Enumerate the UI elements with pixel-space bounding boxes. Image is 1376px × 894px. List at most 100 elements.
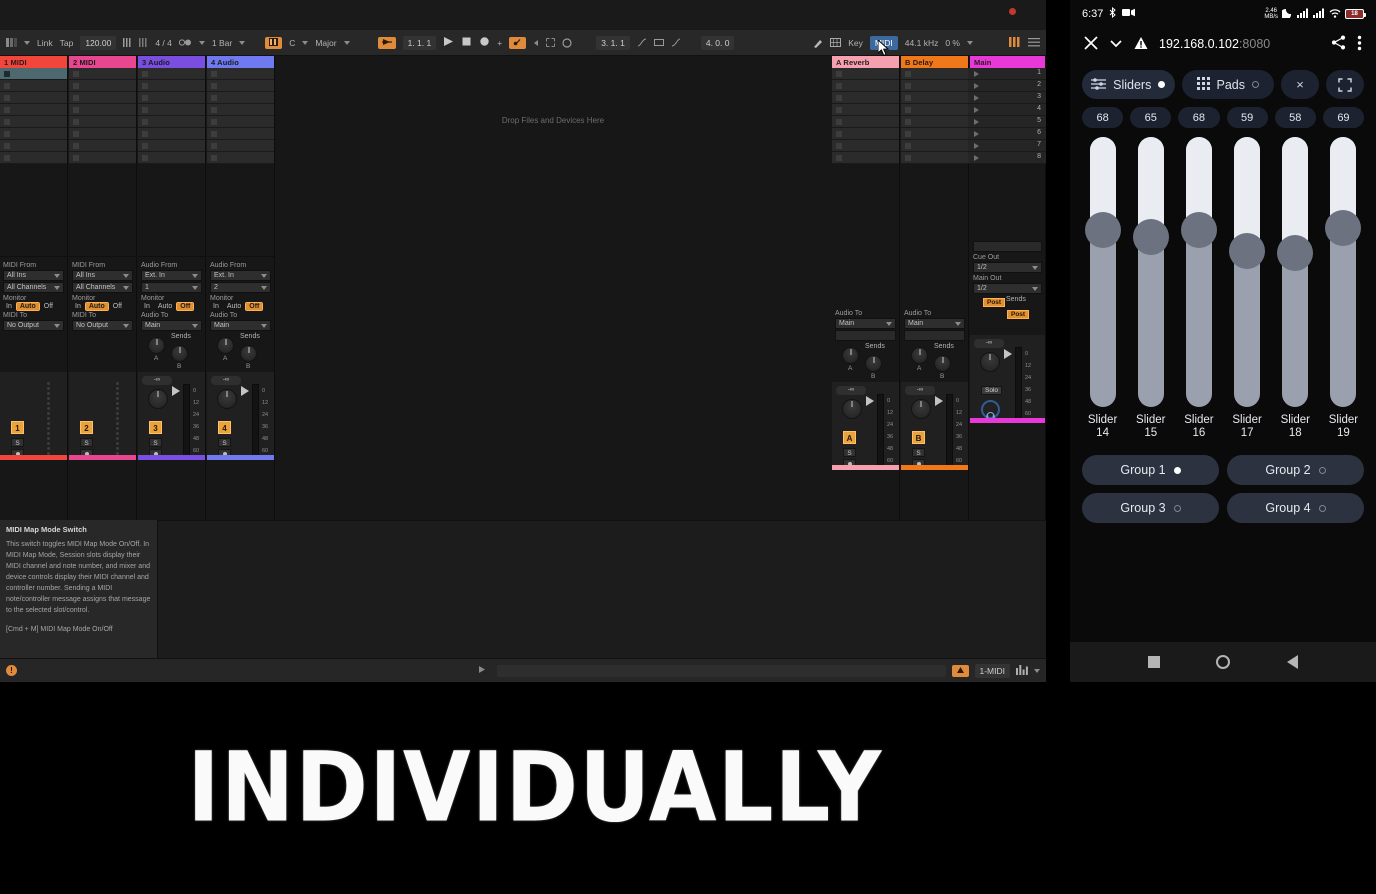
output-destination-selector[interactable]: Main [904,318,965,329]
clip-slot[interactable] [138,116,205,128]
send-b-knob[interactable] [240,345,257,362]
track-midi-map-number[interactable]: 3 [149,421,162,434]
slider-0[interactable] [1084,137,1121,407]
clip-slot[interactable] [207,128,274,140]
overflow-menu-icon[interactable] [1357,35,1362,54]
clip-slot[interactable] [207,80,274,92]
send-a-knob[interactable] [148,337,165,354]
solo-button[interactable]: S [149,438,162,447]
send-b-knob[interactable] [171,345,188,362]
link-button[interactable]: Link [37,38,53,48]
clip-slot[interactable] [207,116,274,128]
url-text[interactable]: 192.168.0.102:8080 [1159,37,1270,51]
key-scale-toggle[interactable] [265,36,283,49]
clip-slot[interactable] [901,128,968,140]
return-track-name-header[interactable]: A Reverb [832,56,899,68]
track-name-header[interactable]: 4 Audio [207,56,274,68]
track-midi-map-number[interactable]: 2 [80,421,93,434]
punch-in-icon[interactable] [637,38,647,47]
arrangement-position[interactable]: 1. 1. 1 [402,35,437,50]
scene-row[interactable]: 3 [968,92,1046,104]
chevron-down-icon[interactable] [261,323,267,328]
chevron-down-icon[interactable] [54,323,60,328]
track-midi-map-number[interactable]: A [843,431,856,444]
slider-knob[interactable] [1084,211,1121,248]
scale-chevron-icon[interactable] [343,40,350,45]
send-b-knob[interactable] [865,355,882,372]
scene-row[interactable]: 4 [968,104,1046,116]
volume-display[interactable]: -∞ [211,376,241,385]
chevron-down-icon[interactable] [54,273,60,278]
status-chevron-icon[interactable] [1034,668,1040,673]
volume-fader-knob[interactable] [911,399,931,419]
clip-slot[interactable] [207,140,274,152]
clip-slot[interactable] [69,68,136,80]
volume-fader-knob[interactable] [217,389,237,409]
monitor-auto-button[interactable]: Auto [155,303,175,310]
clip-slot[interactable] [138,68,205,80]
scene-launch-icon[interactable] [974,83,979,89]
scene-launch-icon[interactable] [974,71,979,77]
slider-knob[interactable] [1180,211,1217,248]
slider-knob[interactable] [1229,232,1266,269]
midi-map-button[interactable]: MIDI [869,35,898,50]
clip-slot[interactable] [832,140,899,152]
volume-fader-knob[interactable] [842,399,862,419]
track-name-header[interactable]: 1 MIDI [0,56,67,68]
send-a-knob[interactable] [911,347,928,364]
view-chevron-icon[interactable] [24,40,30,45]
chevron-down-icon[interactable] [123,323,129,328]
slider-4[interactable] [1277,137,1314,407]
clip-slot[interactable] [138,104,205,116]
slider-knob[interactable] [1132,218,1169,255]
slider-1[interactable] [1132,137,1169,407]
clip-slot[interactable] [901,140,968,152]
scene-launch-icon[interactable] [974,131,979,137]
clip-slot[interactable] [207,68,274,80]
quantization-selector[interactable]: 1 Bar [212,38,232,48]
monitor-auto-button[interactable]: Auto [224,303,244,310]
draw-mode-icon[interactable] [813,38,823,48]
track-midi-map-number[interactable]: B [912,431,925,444]
chevron-down-icon[interactable] [1109,36,1123,53]
fullscreen-button[interactable] [1326,70,1364,99]
clip-slot[interactable] [832,152,899,164]
loop-length-field[interactable]: 4. 0. 0 [700,35,735,50]
clip-slot[interactable] [0,152,67,164]
slider-value-0[interactable]: 68 [1082,107,1124,128]
clip-slot[interactable] [138,92,205,104]
clip-slot[interactable] [69,128,136,140]
tab-pads[interactable]: Pads [1181,70,1274,99]
quantization-chevron-icon[interactable] [239,40,246,45]
clip-slot[interactable] [0,104,67,116]
group-button-4[interactable]: Group 4 [1227,493,1364,523]
scene-row[interactable]: 2 [968,80,1046,92]
slider-value-1[interactable]: 65 [1130,107,1172,128]
slider-knob[interactable] [1325,209,1362,246]
group-button-1[interactable]: Group 1 [1082,455,1219,485]
chevron-down-icon[interactable] [123,285,129,290]
root-note-chevron-icon[interactable] [302,40,309,45]
loop-switch-icon[interactable] [562,37,572,48]
slider-value-2[interactable]: 68 [1178,107,1220,128]
solo-button[interactable]: S [912,448,925,457]
track-midi-map-number[interactable]: 1 [11,421,24,434]
solo-button[interactable]: S [80,438,93,447]
group-button-3[interactable]: Group 3 [1082,493,1219,523]
volume-display[interactable]: -∞ [905,386,935,395]
warning-icon[interactable]: ! [6,665,17,676]
clip-slot[interactable] [0,92,67,104]
input-channel-selector[interactable]: All Channels [72,282,133,293]
monitor-in-button[interactable]: In [3,303,15,310]
chevron-down-icon[interactable] [886,321,892,326]
capture-midi-icon[interactable] [546,38,556,47]
output-destination-selector[interactable]: Main [210,320,271,331]
input-source-selector[interactable]: All Ins [72,270,133,281]
scene-row[interactable]: 1 [968,68,1046,80]
clip-slot[interactable] [207,152,274,164]
automation-arm-button[interactable] [509,36,527,49]
solo-button[interactable]: S [11,438,24,447]
send-b-knob[interactable] [934,355,951,372]
clip-slot[interactable] [832,92,899,104]
loop-start-field[interactable]: 3. 1. 1 [596,35,630,50]
